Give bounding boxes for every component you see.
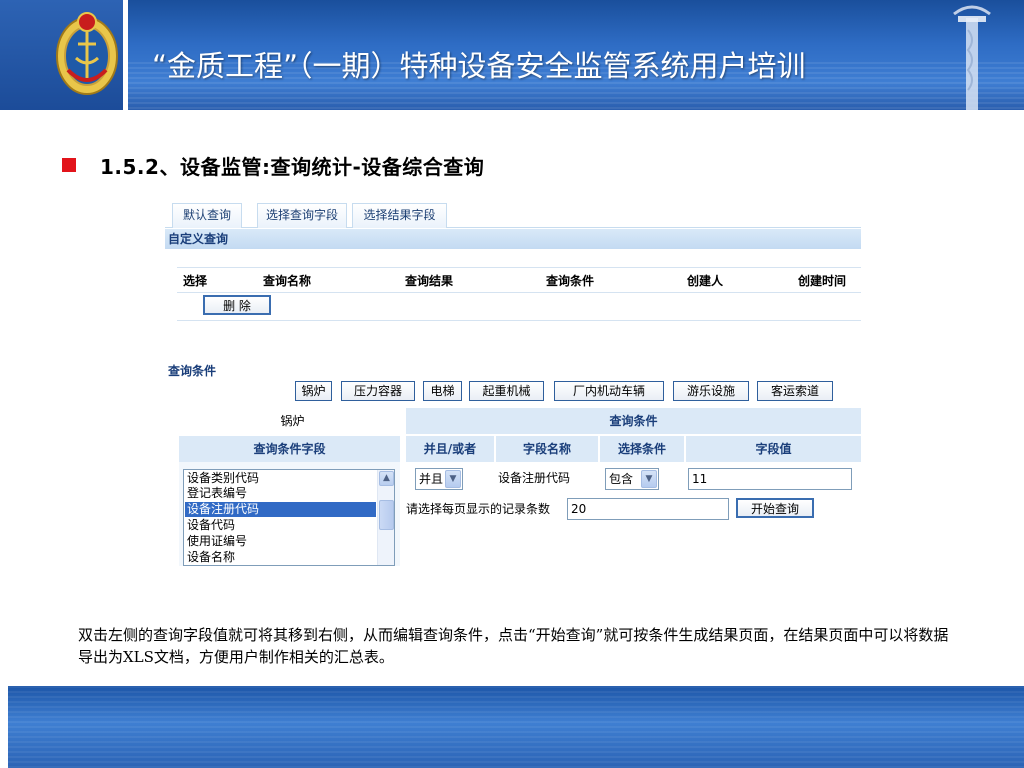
and-or-select[interactable]: 并且 ▼ — [415, 468, 463, 490]
delete-button[interactable]: 删 除 — [203, 295, 271, 315]
custom-query-bar: 自定义查询 — [165, 229, 861, 249]
list-item[interactable]: 使用证编号 — [187, 534, 247, 549]
aqsiq-emblem-icon — [56, 12, 118, 95]
selected-category-label: 锅炉 — [179, 408, 406, 434]
col-select: 选择 — [183, 274, 208, 288]
col-and-or: 并且/或者 — [406, 436, 494, 462]
page-size-label: 请选择每页显示的记录条数 — [406, 502, 551, 516]
chevron-down-icon[interactable]: ▼ — [445, 470, 461, 488]
category-elevator-button[interactable]: 电梯 — [423, 381, 462, 401]
table-divider — [177, 320, 861, 321]
and-or-value: 并且 — [419, 472, 444, 486]
category-boiler-button[interactable]: 锅炉 — [295, 381, 332, 401]
tab-select-query-fields[interactable]: 选择查询字段 — [257, 203, 347, 228]
col-query-result: 查询结果 — [405, 274, 454, 288]
field-value-input[interactable]: 11 — [688, 468, 852, 490]
conditions-title: 查询条件 — [165, 359, 861, 381]
section-heading: 1.5.2、设备监管:查询统计-设备综合查询 — [62, 150, 484, 180]
col-field-name: 字段名称 — [496, 436, 598, 462]
slide-footer — [8, 686, 1024, 768]
col-query-name: 查询名称 — [263, 274, 312, 288]
footer-stripes — [8, 686, 1024, 768]
slide-description: 双击左侧的查询字段值就可将其移到右侧，从而编辑查询条件，点击“开始查询”就可按条… — [78, 626, 949, 666]
list-item[interactable]: 设备类别代码 — [187, 471, 259, 486]
emblem-panel — [0, 0, 128, 110]
condition-panel-title: 查询条件 — [406, 408, 861, 434]
square-bullet-icon — [62, 158, 76, 172]
operator-value: 包含 — [609, 472, 634, 486]
col-creator: 创建人 — [687, 274, 724, 288]
tab-bar: 默认查询 选择查询字段 选择结果字段 — [165, 203, 861, 228]
category-vehicle-button[interactable]: 厂内机动车辆 — [554, 381, 664, 401]
list-item[interactable]: 设备代码 — [187, 518, 235, 533]
scroll-thumb[interactable] — [379, 500, 394, 530]
col-query-condition: 查询条件 — [546, 274, 595, 288]
slide-title: “金质工程”（一期）特种设备安全监管系统用户培训 — [152, 49, 806, 83]
col-create-time: 创建时间 — [798, 274, 847, 288]
start-query-button[interactable]: 开始查询 — [736, 498, 814, 518]
condition-fields-header: 查询条件字段 — [179, 436, 400, 462]
category-crane-button[interactable]: 起重机械 — [469, 381, 544, 401]
list-item[interactable]: 设备名称 — [187, 550, 235, 565]
row-field-name: 设备注册代码 — [498, 471, 571, 485]
slide-header: “金质工程”（一期）特种设备安全监管系统用户培训 — [0, 0, 1024, 110]
section-title: 1.5.2、设备监管:查询统计-设备综合查询 — [100, 154, 485, 179]
list-item[interactable]: 登记表编号 — [187, 486, 247, 501]
list-item-selected[interactable]: 设备注册代码 — [185, 502, 376, 517]
col-operator: 选择条件 — [600, 436, 684, 462]
col-field-value: 字段值 — [686, 436, 861, 462]
condition-row: 并且 ▼ 设备注册代码 包含 ▼ 11 — [406, 462, 861, 495]
tab-default-query[interactable]: 默认查询 — [172, 203, 242, 228]
tab-select-result-fields[interactable]: 选择结果字段 — [352, 203, 447, 228]
category-amusement-button[interactable]: 游乐设施 — [673, 381, 749, 401]
chevron-down-icon[interactable]: ▼ — [641, 470, 657, 488]
huabiao-pillar-icon — [953, 5, 991, 110]
page-size-input[interactable]: 20 — [567, 498, 729, 520]
operator-select[interactable]: 包含 ▼ — [605, 468, 659, 490]
listbox-scrollbar[interactable]: ▲ — [377, 470, 394, 565]
category-pressure-vessel-button[interactable]: 压力容器 — [341, 381, 415, 401]
scroll-up-icon[interactable]: ▲ — [379, 471, 394, 486]
query-app-screenshot: 默认查询 选择查询字段 选择结果字段 自定义查询 选择 查询名称 查询结果 查询… — [165, 203, 861, 566]
condition-field-listbox[interactable]: 设备类别代码 登记表编号 设备注册代码 设备代码 使用证编号 设备名称 ▲ — [183, 469, 395, 566]
custom-query-table-header: 选择 查询名称 查询结果 查询条件 创建人 创建时间 — [177, 267, 861, 293]
category-ropeway-button[interactable]: 客运索道 — [757, 381, 833, 401]
